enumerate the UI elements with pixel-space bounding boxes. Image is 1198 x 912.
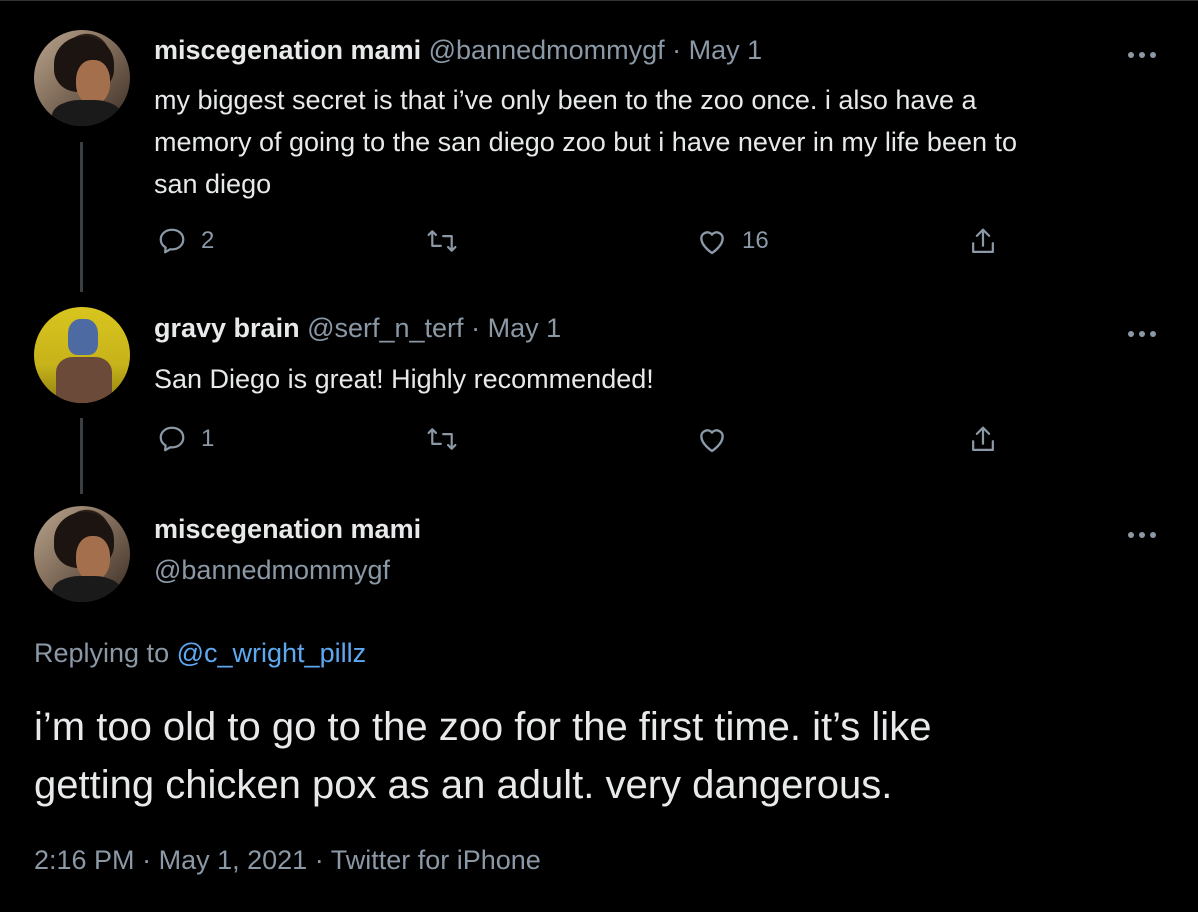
- display-name[interactable]: miscegenation mami: [154, 35, 421, 65]
- share-icon: [972, 426, 994, 451]
- display-name[interactable]: gravy brain: [154, 313, 300, 343]
- retweet-button[interactable]: [425, 424, 459, 454]
- separator: ·: [672, 35, 682, 65]
- avatar[interactable]: [34, 307, 130, 403]
- reply-icon: [159, 426, 185, 452]
- avatar-head: [68, 319, 98, 355]
- handle-row: @bannedmommygf: [154, 555, 390, 586]
- mention-link[interactable]: @c_wright_pillz: [177, 638, 366, 668]
- tweet-timestamp: 2:16 PM · May 1, 2021 · Twitter for iPho…: [34, 845, 541, 876]
- reply-button[interactable]: 1: [157, 424, 214, 454]
- thread-line: [80, 418, 83, 494]
- replying-label: Replying to: [34, 638, 170, 668]
- main-tweet-text: i’m too old to go to the zoo for the fir…: [34, 698, 1134, 814]
- avatar[interactable]: [34, 30, 130, 126]
- reply-icon: [159, 228, 185, 254]
- separator: ·: [314, 845, 324, 875]
- avatar[interactable]: [34, 506, 130, 602]
- tweet-text-line: i’m too old to go to the zoo for the fir…: [34, 705, 932, 749]
- avatar-face: [76, 536, 110, 580]
- avatar-body: [52, 100, 122, 126]
- separator: ·: [471, 313, 481, 343]
- tweet-full-date[interactable]: May 1, 2021: [159, 845, 308, 875]
- avatar-face: [76, 60, 110, 104]
- like-icon: [700, 231, 724, 255]
- tweet-text: San Diego is great! Highly recommended!: [154, 364, 654, 394]
- like-button[interactable]: [696, 424, 728, 454]
- tweet-source[interactable]: Twitter for iPhone: [331, 845, 541, 875]
- like-icon: [700, 429, 724, 453]
- tweet-time[interactable]: 2:16 PM: [34, 845, 135, 875]
- tweet-text-line: san diego: [154, 169, 272, 199]
- more-icon[interactable]: [1128, 324, 1162, 337]
- avatar-shirt: [56, 357, 112, 403]
- display-name-row: miscegenation mami: [154, 514, 421, 545]
- more-icon[interactable]: [1128, 525, 1162, 538]
- avatar-body: [52, 576, 122, 602]
- more-icon[interactable]: [1128, 45, 1162, 58]
- replying-to: Replying to @c_wright_pillz: [34, 638, 366, 669]
- tweet-text-line: getting chicken pox as an adult. very da…: [34, 763, 893, 807]
- like-count: 16: [742, 227, 769, 254]
- tweet-text-line: my biggest secret is that i’ve only been…: [154, 85, 977, 115]
- tweet-text-line: memory of going to the san diego zoo but…: [154, 127, 1018, 157]
- retweet-button[interactable]: [425, 226, 459, 256]
- like-button[interactable]: 16: [696, 226, 769, 256]
- share-button[interactable]: [968, 226, 998, 258]
- user-handle[interactable]: @bannedmommygf: [429, 35, 665, 65]
- display-name[interactable]: miscegenation mami: [154, 514, 421, 544]
- reply-button[interactable]: 2: [157, 226, 214, 256]
- user-handle[interactable]: @serf_n_terf: [307, 313, 463, 343]
- tweet-date[interactable]: May 1: [488, 313, 562, 343]
- tweet-date[interactable]: May 1: [689, 35, 763, 65]
- retweet-icon: [427, 428, 457, 450]
- reply-count: 2: [201, 227, 215, 254]
- top-border: [0, 0, 1198, 1]
- retweet-icon: [427, 230, 457, 252]
- share-button[interactable]: [968, 424, 998, 456]
- user-handle[interactable]: @bannedmommygf: [154, 555, 390, 585]
- tweet-header: miscegenation mami @bannedmommygf · May …: [154, 35, 762, 66]
- share-icon: [972, 228, 994, 253]
- tweet-text: my biggest secret is that i’ve only been…: [154, 79, 1154, 205]
- tweet-header: gravy brain @serf_n_terf · May 1: [154, 313, 561, 344]
- reply-count: 1: [201, 425, 215, 452]
- separator: ·: [142, 845, 152, 875]
- thread-line: [80, 142, 83, 292]
